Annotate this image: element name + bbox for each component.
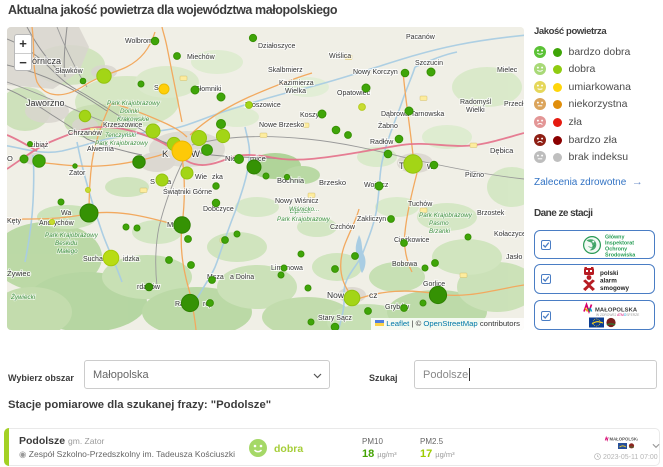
svg-text:órnicza: órnicza [32,56,61,66]
svg-text:Ciężkowice: Ciężkowice [394,237,430,244]
svg-text:Now: Now [327,290,345,300]
svg-text:Środowiska: Środowiska [605,252,636,258]
svg-text:Wiślica: Wiślica [329,53,351,60]
svg-text:Tuchów: Tuchów [408,201,433,208]
svg-text:Chrzanów: Chrzanów [68,128,102,137]
svg-text:Brzesko: Brzesko [319,178,346,187]
svg-text:K: K [162,149,169,160]
svg-text:Pilzno: Pilzno [465,172,484,179]
svg-text:Wielki: Wielki [466,107,485,114]
svg-text:Park Krajobrazowy: Park Krajobrazowy [277,216,331,223]
svg-text:polski: polski [600,270,618,277]
svg-text:Działoszyce: Działoszyce [258,43,295,50]
svg-text:Sławków: Sławków [55,68,84,75]
svg-text:Brzostek: Brzostek [477,210,505,217]
svg-text:Małego: Małego [57,248,78,255]
svg-text:a Dolna: a Dolna [230,274,254,281]
svg-text:Wolbrom: Wolbrom [125,38,153,45]
svg-text:O: O [7,154,13,163]
svg-text:smogowy: smogowy [600,285,630,292]
svg-text:Jasło: Jasło [506,254,522,261]
svg-text:Nowy Wiśnicz: Nowy Wiśnicz [275,198,319,205]
svg-text:S: S [154,85,159,92]
svg-text:Tenczyński: Tenczyński [105,132,137,139]
svg-text:Zator: Zator [69,170,86,177]
svg-text:alarm: alarm [600,278,617,285]
svg-text:Szczucin: Szczucin [415,60,443,67]
svg-text:Radomyśl: Radomyśl [460,99,492,106]
svg-text:Kazimierza: Kazimierza [279,80,314,87]
svg-text:Skalbmierz: Skalbmierz [268,67,303,74]
svg-text:Żywiecki: Żywiecki [10,293,36,301]
svg-text:Kołaczyce: Kołaczyce [494,231,524,238]
svg-text:Nowe Brzesko: Nowe Brzesko [259,122,304,129]
svg-text:Bobowa: Bobowa [392,261,417,268]
svg-text:Nowy Korczyn: Nowy Korczyn [353,69,398,76]
svg-text:Wa: Wa [61,210,71,217]
svg-text:Pasmo: Pasmo [429,220,449,227]
svg-text:Żabno: Żabno [378,121,398,130]
svg-text:Wielka: Wielka [285,88,306,95]
svg-text:Stary Sącz: Stary Sącz [318,315,352,322]
svg-text:Dobczyce: Dobczyce [203,206,234,213]
svg-text:Sucha: Sucha [83,256,103,263]
svg-text:Czchów: Czchów [330,224,356,231]
svg-text:Alwernia: Alwernia [87,146,114,153]
svg-text:Park Krajobrazowy: Park Krajobrazowy [45,232,99,239]
svg-text:Andrychów: Andrychów [39,220,75,227]
svg-text:Pacanów: Pacanów [406,34,436,41]
svg-text:MAŁOPOLSKA: MAŁOPOLSKA [610,437,639,442]
svg-text:Miechów: Miechów [187,54,216,61]
svg-text:Wiśnicko...: Wiśnicko... [289,206,319,213]
svg-text:Brzanki: Brzanki [429,228,451,235]
svg-text:Park Krajobrazowy: Park Krajobrazowy [419,212,473,219]
svg-text:zka: zka [212,174,223,181]
svg-text:S: S [150,177,155,186]
svg-text:cz: cz [369,290,378,300]
svg-text:Przecł: Przecł [504,101,524,108]
svg-text:Świątniki Górne: Świątniki Górne [163,187,212,196]
svg-text:Kęty: Kęty [7,218,22,225]
svg-text:Bochnia: Bochnia [277,176,305,185]
svg-text:Radłów: Radłów [370,139,394,146]
svg-text:Zakliczyn: Zakliczyn [357,216,386,223]
svg-text:Jaworzno: Jaworzno [26,98,65,108]
svg-text:Żywiec: Żywiec [7,269,31,278]
svg-text:Park Krajobrazowy: Park Krajobrazowy [107,100,161,107]
svg-text:Beskidu: Beskidu [55,240,78,247]
svg-text:Mielec: Mielec [497,67,518,74]
svg-text:Krzeszowice: Krzeszowice [103,122,142,129]
svg-text:idzka: idzka [123,256,139,263]
svg-text:Dębica: Dębica [490,146,514,155]
svg-text:Wie: Wie [195,174,207,181]
svg-text:Dolinki: Dolinki [120,108,139,115]
svg-text:W ZDROWEJ ATMOSFERZE: W ZDROWEJ ATMOSFERZE [596,313,640,317]
